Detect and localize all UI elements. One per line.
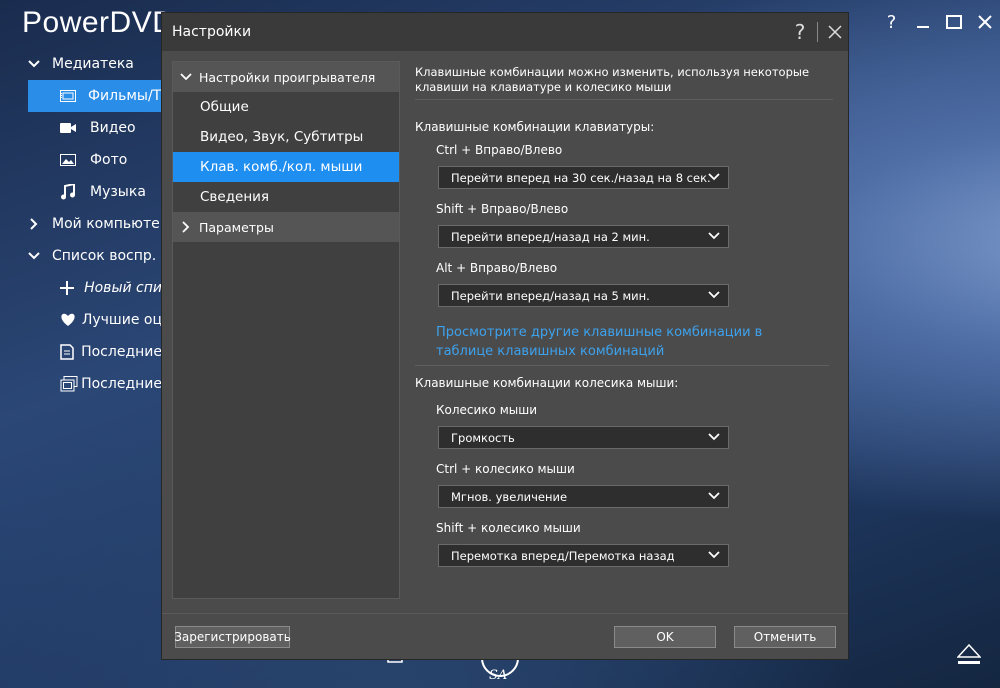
sidebar-item-movies[interactable]: Фильмы/Т [28, 80, 162, 112]
app-title: PowerDVD [22, 6, 175, 39]
close-icon [977, 15, 992, 29]
select-value: Мгнов. увеличение [451, 489, 568, 504]
plus-icon [60, 281, 84, 295]
nav-group-player-settings[interactable]: Настройки проигрывателя [173, 62, 399, 92]
dialog-titlebar: Настройки ? [162, 13, 848, 51]
nav-group-label: Параметры [199, 219, 274, 235]
chevron-down-icon [708, 433, 720, 441]
chevron-down-icon [708, 173, 720, 181]
sidebar-item-label: Список воспр. [52, 248, 157, 264]
sidebar-item-label: Музыка [90, 184, 146, 200]
sidebar-group-library[interactable]: Медиатека [22, 48, 162, 80]
settings-nav: Настройки проигрывателя Общие Видео, Зву… [172, 61, 400, 599]
video-camera-icon [60, 122, 90, 134]
sidebar-item-label: Последние [81, 376, 162, 392]
settings-content: Клавишные комбинации можно изменить, исп… [415, 65, 835, 567]
sidebar-item-recent-1[interactable]: Последние [22, 336, 162, 368]
wheel-label: Колесико мыши [436, 403, 538, 417]
chevron-down-icon [708, 232, 720, 240]
help-icon: ? [886, 11, 897, 33]
nav-item-general[interactable]: Общие [173, 92, 399, 122]
select-value: Перейти вперед/назад на 5 мин. [451, 288, 650, 303]
nav-item-video-audio-subtitles[interactable]: Видео, Звук, Субтитры [173, 122, 399, 152]
minimize-icon [916, 26, 929, 28]
shift-arrow-label: Shift + Вправо/Влево [436, 202, 569, 216]
sidebar-item-music[interactable]: Музыка [22, 176, 162, 208]
chevron-right-icon [177, 221, 195, 233]
ctrl-wheel-select[interactable]: Мгнов. увеличение [438, 485, 729, 508]
minimize-button[interactable] [907, 0, 938, 44]
ok-button[interactable]: OK [614, 626, 716, 648]
shortcuts-description: Клавишные комбинации можно изменить, исп… [415, 65, 833, 100]
chevron-down-icon [22, 252, 46, 260]
nav-item-info[interactable]: Сведения [173, 182, 399, 212]
chevron-down-icon [177, 73, 195, 81]
nav-group-parameters[interactable]: Параметры [173, 212, 399, 242]
sidebar-group-my-computer[interactable]: Мой компьюте [22, 208, 162, 240]
sidebar-item-label: Лучшие оц [81, 312, 162, 328]
sidebar-item-label: Видео [90, 120, 136, 136]
sa-label: SA [489, 668, 508, 683]
music-note-icon [60, 184, 90, 200]
register-button[interactable]: Зарегистрировать [174, 626, 291, 648]
shortcuts-table-link[interactable]: Просмотрите другие клавишные комбинации … [436, 323, 816, 361]
sidebar-item-label: Мой компьюте [52, 216, 160, 232]
dialog-title: Настройки [172, 24, 252, 40]
nav-group-label: Настройки проигрывателя [199, 69, 376, 85]
titlebar-divider [817, 22, 818, 42]
select-value: Перейти вперед/назад на 2 мин. [451, 229, 650, 244]
photo-icon [60, 154, 90, 166]
help-button[interactable]: ? [787, 20, 813, 44]
ctrl-wheel-label: Ctrl + колесико мыши [436, 462, 575, 476]
close-icon [828, 25, 842, 39]
sidebar-item-label: Фото [90, 152, 128, 168]
chevron-down-icon [708, 551, 720, 559]
nav-item-shortcuts[interactable]: Клав. комб./кол. мыши [173, 152, 399, 182]
sidebar-item-label: Новый спи [84, 280, 162, 296]
heart-icon [60, 313, 82, 327]
recent-media-icon [60, 376, 81, 392]
settings-dialog: Настройки ? Настройки проигрывателя Общи… [161, 12, 849, 660]
keyboard-section-title: Клавишные комбинации клавиатуры: [415, 120, 655, 134]
select-value: Перейти вперед на 30 сек./назад на 8 сек… [451, 170, 711, 185]
sidebar-item-recent-2[interactable]: Последние [22, 368, 162, 400]
recent-doc-icon [60, 344, 81, 360]
ctrl-arrow-label: Ctrl + Вправо/Влево [436, 143, 563, 157]
sidebar-item-label: Последние [81, 344, 162, 360]
film-icon [60, 90, 88, 102]
mouse-section-title: Клавишные комбинации колесика мыши: [415, 376, 679, 390]
section-divider [415, 365, 829, 366]
select-value: Перемотка вперед/Перемотка назад [451, 548, 675, 563]
help-button[interactable]: ? [876, 0, 907, 44]
maximize-button[interactable] [938, 0, 969, 44]
sidebar-item-label: Фильмы/Т [88, 88, 162, 104]
dialog-footer: Зарегистрировать OK Отменить [162, 613, 848, 659]
select-value: Громкость [451, 430, 515, 445]
chevron-down-icon [708, 291, 720, 299]
chevron-down-icon [22, 60, 46, 68]
sidebar-item-photo[interactable]: Фото [22, 144, 162, 176]
close-button[interactable] [969, 0, 1000, 44]
alt-arrow-select[interactable]: Перейти вперед/назад на 5 мин. [438, 284, 729, 307]
wheel-select[interactable]: Громкость [438, 426, 729, 449]
maximize-icon [945, 15, 962, 29]
shift-wheel-select[interactable]: Перемотка вперед/Перемотка назад [438, 544, 729, 567]
sidebar: Медиатека Фильмы/Т Видео Фото Музыка Мой… [22, 48, 162, 400]
chevron-right-icon [22, 218, 46, 230]
chevron-down-icon [708, 492, 720, 500]
ctrl-arrow-select[interactable]: Перейти вперед на 30 сек./назад на 8 сек… [438, 166, 729, 189]
sidebar-group-playlists[interactable]: Список воспр. [22, 240, 162, 272]
window-controls: ? [876, 0, 1000, 44]
sidebar-item-new-playlist[interactable]: Новый спи [22, 272, 162, 304]
dialog-close-button[interactable] [822, 25, 848, 39]
shift-wheel-label: Shift + колесико мыши [436, 521, 581, 535]
sidebar-item-label: Медиатека [52, 56, 134, 72]
alt-arrow-label: Alt + Вправо/Влево [436, 261, 558, 275]
sidebar-item-top-rated[interactable]: Лучшие оц [22, 304, 162, 336]
cancel-button[interactable]: Отменить [734, 626, 836, 648]
sidebar-item-video[interactable]: Видео [22, 112, 162, 144]
shift-arrow-select[interactable]: Перейти вперед/назад на 2 мин. [438, 225, 729, 248]
eject-icon[interactable] [957, 644, 981, 666]
